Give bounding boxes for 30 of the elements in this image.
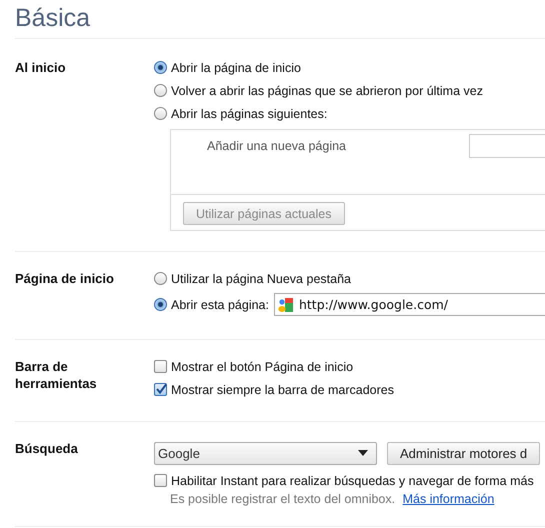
section-label: Búsqueda	[15, 440, 79, 457]
page-title: Básica	[15, 0, 545, 39]
section-label: Página de inicio	[15, 270, 115, 287]
checkbox[interactable]	[154, 474, 167, 487]
option-label[interactable]: Habilitar Instant para realizar búsquedas y navegar de forma más	[171, 474, 534, 488]
section-label: Al inicio	[15, 59, 67, 76]
radio-button[interactable]	[154, 107, 167, 120]
radio-button[interactable]	[154, 298, 167, 311]
option-label[interactable]: Abrir esta página:	[171, 298, 269, 312]
checkbox[interactable]	[154, 383, 167, 396]
radio-button[interactable]	[154, 84, 167, 97]
search-engine-dropdown[interactable]: Google	[154, 442, 377, 464]
url-field[interactable]: http://www.google.com/	[274, 293, 545, 316]
radio-button[interactable]	[154, 272, 167, 285]
option-label[interactable]: Abrir las páginas siguientes:	[171, 106, 328, 120]
more-info-link[interactable]: Más información	[402, 492, 494, 506]
option-label[interactable]: Mostrar el botón Página de inicio	[171, 360, 354, 374]
add-page-label: Añadir una nueva página	[207, 139, 346, 153]
option-label[interactable]: Utilizar la página Nueva pestaña	[171, 272, 351, 286]
checkbox[interactable]	[154, 360, 167, 373]
section-label: Barra de herramientas	[15, 358, 98, 392]
option-label[interactable]: Mostrar siempre la barra de marcadores	[171, 382, 394, 396]
google-logo-icon	[276, 296, 295, 314]
new-page-input[interactable]	[469, 134, 545, 158]
option-label[interactable]: Volver a abrir las páginas que se abrieron por última vez	[171, 84, 483, 98]
manage-search-engines-button[interactable]: Administrar motores d	[387, 442, 540, 464]
caret-icon	[358, 450, 368, 456]
radio-button[interactable]	[154, 61, 167, 74]
hint-text: Es posible registrar el texto del omnibox.	[170, 492, 396, 506]
option-label[interactable]: Abrir la página de inicio	[171, 60, 301, 74]
